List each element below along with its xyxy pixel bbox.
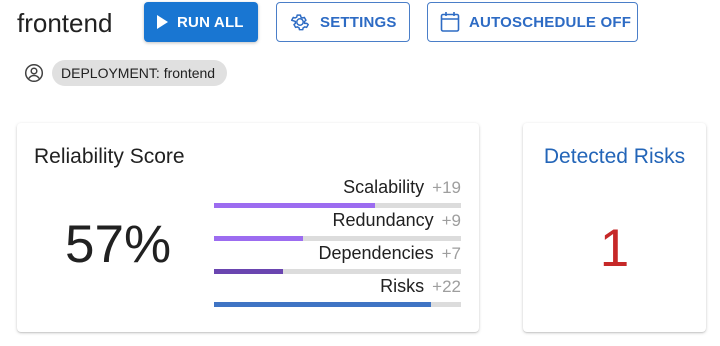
metric-bar-fill — [214, 302, 432, 307]
reliability-score-card: Reliability Score 57% Scalability +19 Re… — [17, 123, 479, 332]
metric-bar-fill — [214, 269, 284, 274]
metric-name: Scalability — [343, 177, 425, 197]
detected-risks-count: 1 — [599, 219, 630, 278]
reliability-score-heading: Reliability Score — [34, 145, 185, 168]
metric-scalability: Scalability +19 — [214, 177, 461, 208]
metric-delta: +9 — [441, 211, 461, 230]
metric-bar-track — [214, 269, 461, 274]
settings-label: SETTINGS — [320, 13, 397, 31]
metric-name: Dependencies — [318, 243, 434, 263]
metric-name: Redundancy — [332, 210, 434, 230]
detected-risks-heading[interactable]: Detected Risks — [523, 145, 706, 169]
metric-bar-track — [214, 203, 461, 208]
deployment-chip-label: DEPLOYMENT: frontend — [61, 65, 216, 81]
metric-delta: +22 — [432, 277, 461, 296]
metric-risks: Risks +22 — [214, 276, 461, 307]
metric-name: Risks — [380, 276, 425, 296]
metric-bar-track — [214, 302, 461, 307]
run-all-label: RUN ALL — [177, 13, 244, 31]
account-circle-icon — [24, 63, 44, 83]
run-all-button[interactable]: RUN ALL — [144, 2, 258, 42]
autoschedule-button[interactable]: AUTOSCHEDULE OFF — [427, 2, 638, 42]
reliability-score-value: 57% — [65, 215, 172, 274]
gear-icon — [290, 14, 309, 31]
metric-bar-fill — [214, 203, 375, 208]
detected-risks-card[interactable]: Detected Risks 1 — [523, 123, 706, 332]
metric-bar-fill — [214, 236, 303, 241]
metric-delta: +19 — [432, 178, 461, 197]
metric-dependencies: Dependencies +7 — [214, 243, 461, 274]
page-title: frontend — [17, 8, 113, 38]
metric-bar-track — [214, 236, 461, 241]
deployment-row: DEPLOYMENT: frontend — [24, 60, 228, 86]
calendar-icon — [440, 12, 460, 32]
metric-redundancy: Redundancy +9 — [214, 210, 461, 241]
settings-button[interactable]: SETTINGS — [276, 2, 410, 42]
play-icon — [157, 15, 168, 29]
metric-delta: +7 — [441, 244, 461, 263]
autoschedule-label: AUTOSCHEDULE OFF — [469, 13, 632, 31]
deployment-chip[interactable]: DEPLOYMENT: frontend — [52, 60, 228, 86]
